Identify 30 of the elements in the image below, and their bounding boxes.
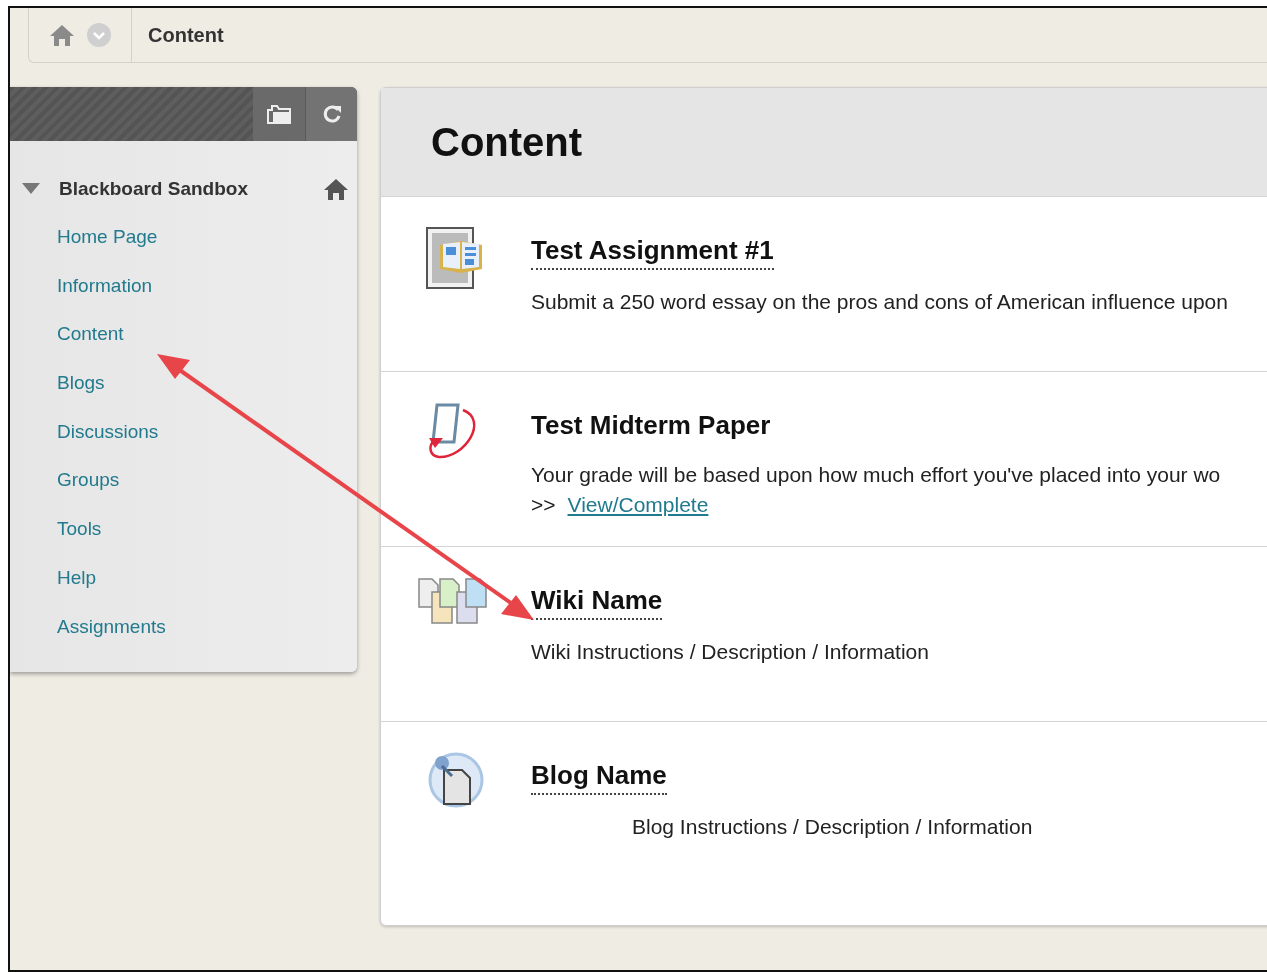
sidebar-link[interactable]: Discussions bbox=[10, 407, 357, 457]
sidebar-link[interactable]: Content bbox=[10, 310, 357, 360]
item-description: Submit a 250 word essay on the pros and cons of American influence upon bbox=[531, 290, 1229, 314]
page-title: Content bbox=[431, 119, 583, 165]
refresh-icon bbox=[321, 104, 342, 124]
item-description: Blog Instructions / Description / Information bbox=[631, 815, 1034, 839]
item-title[interactable]: Wiki Name bbox=[531, 585, 663, 620]
home-icon[interactable] bbox=[323, 178, 349, 200]
course-title: Blackboard Sandbox bbox=[59, 178, 249, 200]
sidebar-link[interactable]: Help bbox=[10, 553, 357, 603]
folder-icon bbox=[267, 104, 291, 124]
home-icon[interactable] bbox=[49, 24, 75, 46]
breadcrumb-current: Content bbox=[148, 23, 224, 47]
item-description: Your grade will be based upon how much effort you've placed into your wo bbox=[531, 463, 1222, 487]
item-description: Wiki Instructions / Description / Information bbox=[531, 640, 930, 664]
sidebar-link[interactable]: Information bbox=[10, 261, 357, 311]
action-prefix: >> bbox=[531, 493, 556, 517]
folder-button[interactable] bbox=[253, 87, 305, 141]
sidebar-link[interactable]: Blogs bbox=[10, 359, 357, 408]
collapse-triangle-icon[interactable] bbox=[22, 183, 40, 195]
pushpin-document-icon bbox=[428, 752, 484, 808]
item-title[interactable]: Test Midterm Paper bbox=[531, 410, 771, 443]
sidebar-link[interactable]: Tools bbox=[10, 505, 357, 554]
sidebar-link[interactable]: Assignments bbox=[10, 602, 357, 652]
item-title[interactable]: Test Assignment #1 bbox=[531, 235, 774, 270]
sidebar-link[interactable]: Home Page bbox=[10, 213, 357, 262]
sidebar-link[interactable]: Groups bbox=[10, 456, 357, 506]
item-title[interactable]: Blog Name bbox=[531, 760, 667, 795]
refresh-button[interactable] bbox=[305, 87, 357, 141]
view-complete-link[interactable]: View/Complete bbox=[567, 493, 709, 517]
